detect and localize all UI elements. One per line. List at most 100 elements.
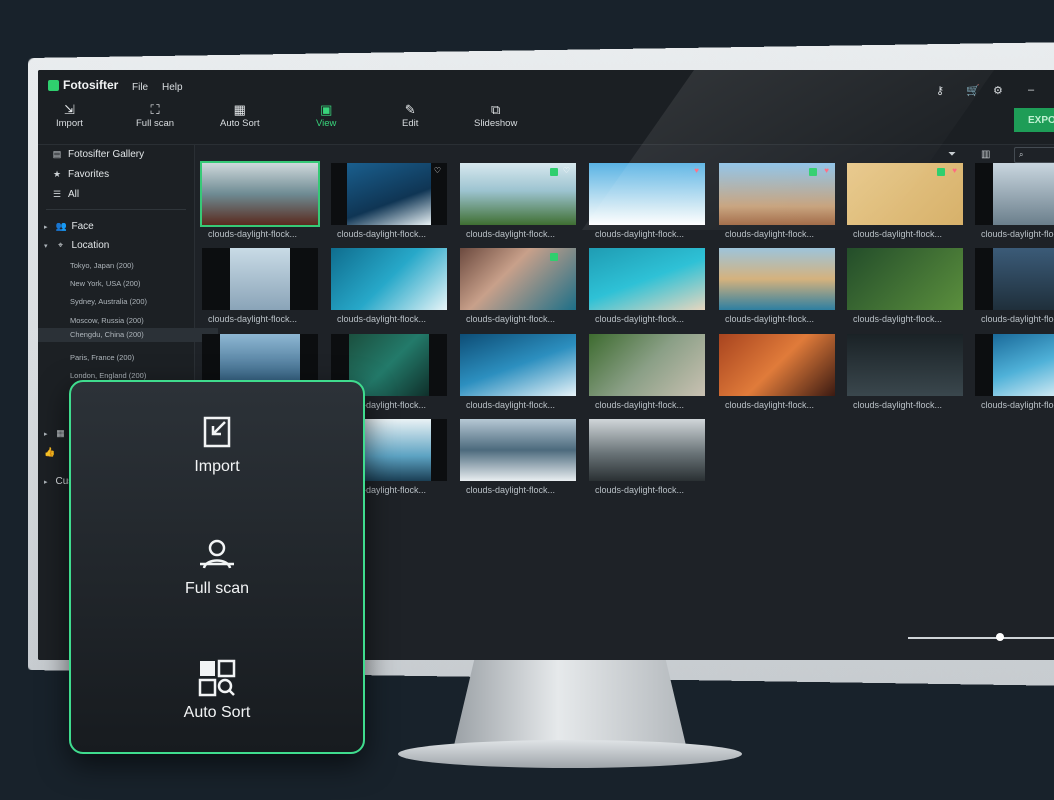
location-item-selected[interactable]: Chengdu, China (200) <box>38 328 218 342</box>
zoom-slider-handle[interactable] <box>996 633 1004 641</box>
sidebar-item-location[interactable]: ▾ ⌖ Location <box>44 240 109 251</box>
photo-tile[interactable]: clouds-daylight-flock... <box>975 334 1054 416</box>
photo-image <box>460 163 576 225</box>
card-auto-sort[interactable]: Auto Sort <box>71 658 363 722</box>
photo-tile[interactable]: ♡ clouds-daylight-flock... <box>460 163 576 245</box>
location-item[interactable]: London, England (200) <box>70 371 146 380</box>
photo-caption: clouds-daylight-flock... <box>853 400 943 410</box>
photo-image <box>719 163 835 225</box>
auto-sort-icon <box>198 659 236 697</box>
location-item[interactable]: Paris, France (200) <box>70 353 134 362</box>
photo-tile[interactable]: clouds-daylight-flock... <box>460 248 576 330</box>
chevron-down-icon: ▾ <box>44 242 48 250</box>
tool-full-scan-label: Full scan <box>136 118 175 129</box>
photo-thumbnail: ♥ <box>847 163 963 225</box>
tool-view[interactable]: ▣ View <box>316 102 336 129</box>
photo-tile[interactable]: clouds-daylight-flock... <box>589 419 705 501</box>
tool-import[interactable]: ⇲ Import <box>56 102 83 129</box>
sidebar-item-gallery[interactable]: ▤ Fotosifter Gallery <box>52 149 144 160</box>
photo-caption: clouds-daylight-flock... <box>981 229 1054 239</box>
photo-tile[interactable]: clouds-daylight-flock... <box>847 334 963 416</box>
photo-caption: clouds-daylight-flock... <box>981 400 1054 410</box>
full-scan-icon <box>200 539 234 569</box>
photo-caption: clouds-daylight-flock... <box>466 485 556 495</box>
photo-thumbnail <box>460 419 576 481</box>
sidebar-item-all[interactable]: ☰ All <box>52 189 79 200</box>
photo-tile[interactable]: clouds-daylight-flock... <box>847 248 963 330</box>
star-icon: ★ <box>52 169 62 179</box>
photo-caption: clouds-daylight-flock... <box>981 314 1054 324</box>
photo-tile[interactable]: clouds-daylight-flock... <box>719 248 835 330</box>
photo-caption: clouds-daylight-flock... <box>595 229 685 239</box>
menu-help[interactable]: Help <box>162 82 183 93</box>
heart-icon[interactable]: ♥ <box>694 166 699 175</box>
tool-edit[interactable]: ✎ Edit <box>402 102 418 129</box>
photo-caption: clouds-daylight-flock... <box>466 314 556 324</box>
minimize-icon[interactable]: – <box>1028 84 1034 96</box>
location-item[interactable]: Sydney, Australia (200) <box>70 297 147 306</box>
search-input[interactable]: ⌕ <box>1014 147 1054 163</box>
photo-tile[interactable]: ♥ clouds-daylight-flock... <box>589 163 705 245</box>
photo-image <box>589 334 705 396</box>
heart-icon[interactable]: ♥ <box>952 166 957 175</box>
location-item[interactable]: Moscow, Russia (200) <box>70 316 144 325</box>
photo-tile[interactable]: clouds-daylight-flock... <box>460 334 576 416</box>
tool-import-label: Import <box>56 118 83 129</box>
chevron-right-icon: ▸ <box>44 223 48 231</box>
menu-file[interactable]: File <box>132 82 148 93</box>
photo-image <box>589 248 705 310</box>
photo-tile[interactable]: clouds-daylight-flock... <box>589 248 705 330</box>
tool-full-scan[interactable]: ⛶ Full scan <box>136 102 174 129</box>
photo-tile[interactable]: ♡ clouds-daylight-flock... <box>331 163 447 245</box>
photo-thumbnail <box>589 248 705 310</box>
photo-caption: clouds-daylight-flock... <box>595 485 685 495</box>
photo-tile[interactable]: clouds-daylight-flock... <box>719 334 835 416</box>
photo-thumbnail <box>331 248 447 310</box>
grid-view-icon[interactable]: ▥ <box>981 149 990 160</box>
heart-icon[interactable]: ♡ <box>434 166 441 175</box>
photo-tile[interactable]: clouds-daylight-flock... <box>202 248 318 330</box>
card-full-scan[interactable]: Full scan <box>71 534 363 598</box>
photo-tile[interactable]: clouds-daylight-flock... <box>975 248 1054 330</box>
photo-tile[interactable]: clouds-daylight-flock... <box>460 419 576 501</box>
app-name: Fotosifter <box>63 78 119 92</box>
sidebar-item-favorites[interactable]: ★ Favorites <box>52 169 109 180</box>
photo-image <box>993 248 1054 310</box>
photo-tile[interactable]: clouds-daylight-flock... <box>200 161 320 245</box>
chevron-right-icon: ▸ <box>44 430 48 438</box>
sidebar-item-date[interactable]: ▸ ▦ <box>44 428 66 439</box>
sidebar-item-face[interactable]: ▸ 👥 Face <box>44 221 94 232</box>
import-icon <box>203 416 231 448</box>
photo-image <box>460 334 576 396</box>
export-button[interactable]: EXPO <box>1014 108 1054 132</box>
location-item[interactable]: New York, USA (200) <box>70 279 140 288</box>
sidebar-item-like[interactable]: 👍 <box>44 447 55 458</box>
photo-caption: clouds-daylight-flock... <box>853 229 943 239</box>
location-item[interactable]: Tokyo, Japan (200) <box>70 261 134 270</box>
feature-card: Import Full scan Auto Sort <box>69 380 365 754</box>
photo-image <box>331 248 447 310</box>
card-import[interactable]: Import <box>71 412 363 476</box>
photo-tile[interactable]: clouds-daylight-flock... <box>331 248 447 330</box>
heart-icon[interactable]: ♥ <box>824 166 829 175</box>
photo-thumbnail <box>589 334 705 396</box>
tool-slideshow[interactable]: ⧉ Slideshow <box>474 102 517 129</box>
photo-tile[interactable]: clouds-daylight-flock... <box>589 334 705 416</box>
photo-image <box>202 163 318 225</box>
tool-auto-sort-label: Auto Sort <box>220 118 260 129</box>
search-icon: ⌕ <box>1019 150 1024 159</box>
key-icon[interactable]: ⚷ <box>936 84 944 97</box>
tool-auto-sort[interactable]: ▦ Auto Sort <box>220 102 260 129</box>
title-bar: Fotosifter File Help ⚷ 🛒 ⚙ – <box>38 70 1054 100</box>
photo-tile[interactable]: clouds-daylight-flock... <box>975 163 1054 245</box>
photo-caption: clouds-daylight-flock... <box>853 314 943 324</box>
filter-icon[interactable]: ⏷ <box>948 149 956 160</box>
gear-icon[interactable]: ⚙ <box>993 84 1003 97</box>
photo-tile[interactable]: ♥ clouds-daylight-flock... <box>847 163 963 245</box>
photo-tile[interactable]: ♥ clouds-daylight-flock... <box>719 163 835 245</box>
photo-image <box>230 248 290 310</box>
heart-icon[interactable]: ♡ <box>563 166 570 175</box>
slideshow-icon: ⧉ <box>491 102 501 117</box>
cart-icon[interactable]: 🛒 <box>966 84 980 97</box>
zoom-slider[interactable] <box>908 637 1054 639</box>
